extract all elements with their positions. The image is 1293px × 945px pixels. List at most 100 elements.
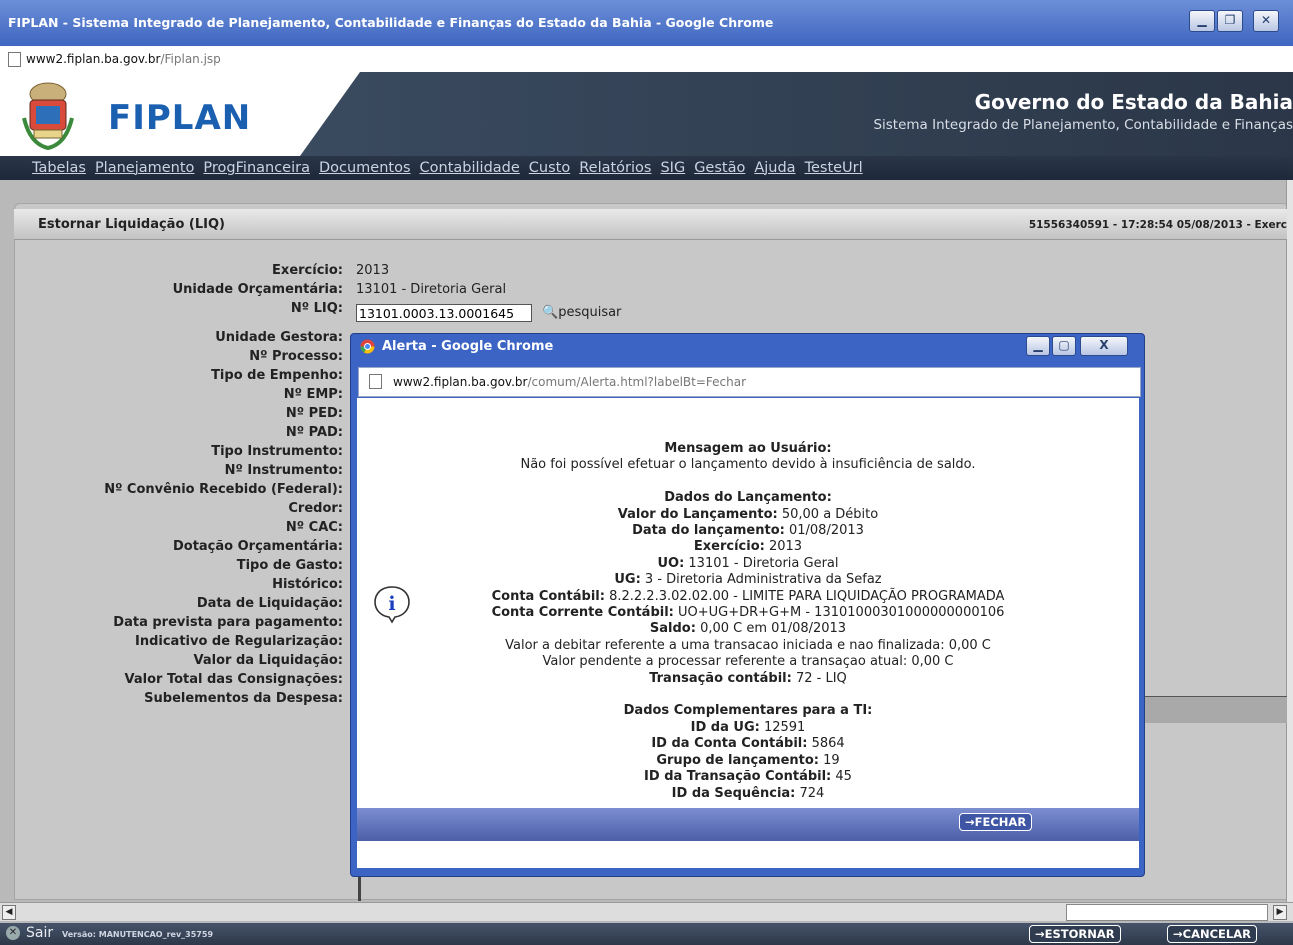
menu-testeurl[interactable]: TesteUrl — [805, 160, 863, 176]
horizontal-scrollbar[interactable]: ◀ ▶ — [0, 902, 1293, 921]
menu-custo[interactable]: Custo — [529, 160, 570, 176]
menu-ajuda[interactable]: Ajuda — [754, 160, 795, 176]
search-label: pesquisar — [558, 305, 622, 320]
alert-line: UO: 13101 - Diretoria Geral — [357, 556, 1139, 572]
search-icon: 🔍 — [542, 305, 559, 320]
alert-line-value: Valor pendente a processar referente a t… — [542, 654, 954, 670]
form-label: Nº Processo: — [249, 349, 343, 364]
form-label: Tipo de Empenho: — [211, 368, 343, 383]
alert-window-controls: ▁ ▢ X — [1026, 336, 1128, 356]
menu-contabilidade[interactable]: Contabilidade — [420, 160, 520, 176]
menu-sig[interactable]: SIG — [660, 160, 685, 176]
fiplan-logo: FIPLAN — [108, 98, 252, 138]
menu-progfinanceira[interactable]: ProgFinanceira — [203, 160, 310, 176]
alert-line-key: UO: — [657, 555, 685, 571]
liq-label: Nº LIQ: — [290, 301, 343, 316]
cancelar-label: CANCELAR — [1182, 927, 1251, 941]
minimize-icon[interactable]: ▁ — [1189, 10, 1215, 32]
form-label: Nº Convênio Recebido (Federal): — [104, 482, 343, 497]
maximize-icon[interactable]: ❐ — [1217, 10, 1243, 32]
form-label: Unidade Gestora: — [215, 330, 343, 345]
alert-url-host: www2.fiplan.ba.gov.br — [393, 375, 528, 389]
alert-address-bar[interactable]: www2.fiplan.ba.gov.br/comum/Alerta.html?… — [358, 367, 1141, 397]
liq-input[interactable] — [356, 304, 532, 322]
alert-line-value: 2013 — [764, 539, 803, 555]
alert-line-value: Não foi possível efetuar o lançamento de… — [520, 457, 976, 473]
banner-dark-bg — [300, 72, 1293, 156]
alert-line-key: ID da Transação Contábil: — [644, 769, 832, 785]
window-title: FIPLAN - Sistema Integrado de Planejamen… — [8, 15, 774, 30]
chrome-icon — [360, 339, 375, 354]
close-icon[interactable]: ✕ — [1253, 10, 1279, 32]
scroll-right-icon[interactable]: ▶ — [1273, 905, 1287, 920]
search-link[interactable]: 🔍pesquisar — [542, 305, 621, 320]
address-bar[interactable]: www2.fiplan.ba.gov.br/Fiplan.jsp — [0, 46, 1293, 73]
alert-line: ID da Transação Contábil: 45 — [357, 769, 1139, 785]
alert-maximize-icon[interactable]: ▢ — [1052, 336, 1076, 356]
main-menu: Tabelas Planejamento ProgFinanceira Docu… — [0, 156, 1293, 180]
menu-documentos[interactable]: Documentos — [319, 160, 411, 176]
alert-line — [357, 474, 1139, 490]
alert-close-icon[interactable]: X — [1080, 336, 1128, 356]
alert-line: Saldo: 0,00 C em 01/08/2013 — [357, 621, 1139, 637]
estornar-button[interactable]: →ESTORNAR — [1029, 925, 1121, 943]
alert-line: Grupo de lançamento: 19 — [357, 753, 1139, 769]
form-label: Nº PAD: — [285, 425, 343, 440]
alert-line: Data do lançamento: 01/08/2013 — [357, 523, 1139, 539]
alert-line-value: 19 — [818, 752, 840, 768]
page-title: Estornar Liquidação (LIQ) — [38, 217, 225, 232]
alert-line-key: ID da Sequência: — [671, 785, 796, 801]
alert-line-value: 50,00 a Débito — [777, 506, 879, 522]
alert-line-key: Saldo: — [649, 621, 696, 637]
alert-line-key: Conta Corrente Contábil: — [491, 605, 674, 621]
form-label: Subelementos da Despesa: — [144, 691, 343, 706]
vertical-scrollbar[interactable] — [1286, 180, 1293, 902]
scroll-left-icon[interactable]: ◀ — [2, 905, 16, 920]
header-banner: FIPLAN Governo do Estado da Bahia Sistem… — [0, 72, 1293, 156]
version-text: Versão: MANUTENCAO_rev_35759 — [62, 930, 214, 939]
alert-line-value: 01/08/2013 — [784, 523, 864, 539]
alert-line: ID da UG: 12591 — [357, 720, 1139, 736]
form-label: Dotação Orçamentária: — [172, 539, 343, 554]
exit-link[interactable]: Sair — [26, 925, 53, 941]
scroll-thumb[interactable] — [1066, 904, 1268, 921]
form-label: Histórico: — [272, 577, 343, 592]
form-label: Nº CAC: — [285, 520, 343, 535]
gov-subtitle: Sistema Integrado de Planejamento, Conta… — [873, 117, 1293, 133]
alert-line: Valor do Lançamento: 50,00 a Débito — [357, 507, 1139, 523]
exercicio-label: Exercício: — [272, 263, 343, 278]
alert-line-key: Valor do Lançamento: — [617, 506, 778, 522]
alert-line: Dados do Lançamento: — [357, 490, 1139, 506]
form-label: Tipo de Gasto: — [236, 558, 343, 573]
alert-line-key: Mensagem ao Usuário: — [664, 441, 832, 456]
alert-line: Conta Contábil: 8.2.2.2.3.02.02.00 - LIM… — [357, 589, 1139, 605]
menu-gestao[interactable]: Gestão — [694, 160, 745, 176]
alert-url-path: /comum/Alerta.html?labelBt=Fechar — [527, 375, 747, 389]
alert-line-value: 45 — [831, 769, 852, 785]
alert-line: Mensagem ao Usuário: — [357, 441, 1139, 457]
alert-title: Alerta - Google Chrome — [382, 339, 554, 354]
exit-icon[interactable]: ✕ — [6, 926, 20, 940]
estornar-label: ESTORNAR — [1044, 927, 1115, 941]
menu-planejamento[interactable]: Planejamento — [95, 160, 194, 176]
close-button[interactable]: →FECHAR — [959, 813, 1033, 831]
alert-bottom-area — [357, 841, 1139, 868]
menu-tabelas[interactable]: Tabelas — [32, 160, 86, 176]
alert-url-text[interactable]: www2.fiplan.ba.gov.br/comum/Alerta.html?… — [393, 375, 746, 389]
alert-line: ID da Conta Contábil: 5864 — [357, 736, 1139, 752]
coat-of-arms-icon — [22, 82, 74, 150]
url-text[interactable]: www2.fiplan.ba.gov.br/Fiplan.jsp — [26, 52, 221, 66]
cancelar-button[interactable]: →CANCELAR — [1167, 925, 1257, 943]
alert-line: Transação contábil: 72 - LIQ — [357, 671, 1139, 687]
alert-line: Valor a debitar referente a uma transaca… — [357, 638, 1139, 654]
alert-line-key: ID da Conta Contábil: — [651, 736, 808, 752]
menu-relatorios[interactable]: Relatórios — [579, 160, 651, 176]
menu-items: Tabelas Planejamento ProgFinanceira Docu… — [32, 160, 863, 176]
url-path: /Fiplan.jsp — [160, 52, 221, 66]
alert-line-value: 13101 - Diretoria Geral — [684, 555, 839, 571]
alert-minimize-icon[interactable]: ▁ — [1026, 336, 1050, 356]
form-label: Nº EMP: — [283, 387, 343, 402]
alert-line: Exercício: 2013 — [357, 539, 1139, 555]
url-host: www2.fiplan.ba.gov.br — [26, 52, 161, 66]
grid-divider — [358, 875, 361, 901]
